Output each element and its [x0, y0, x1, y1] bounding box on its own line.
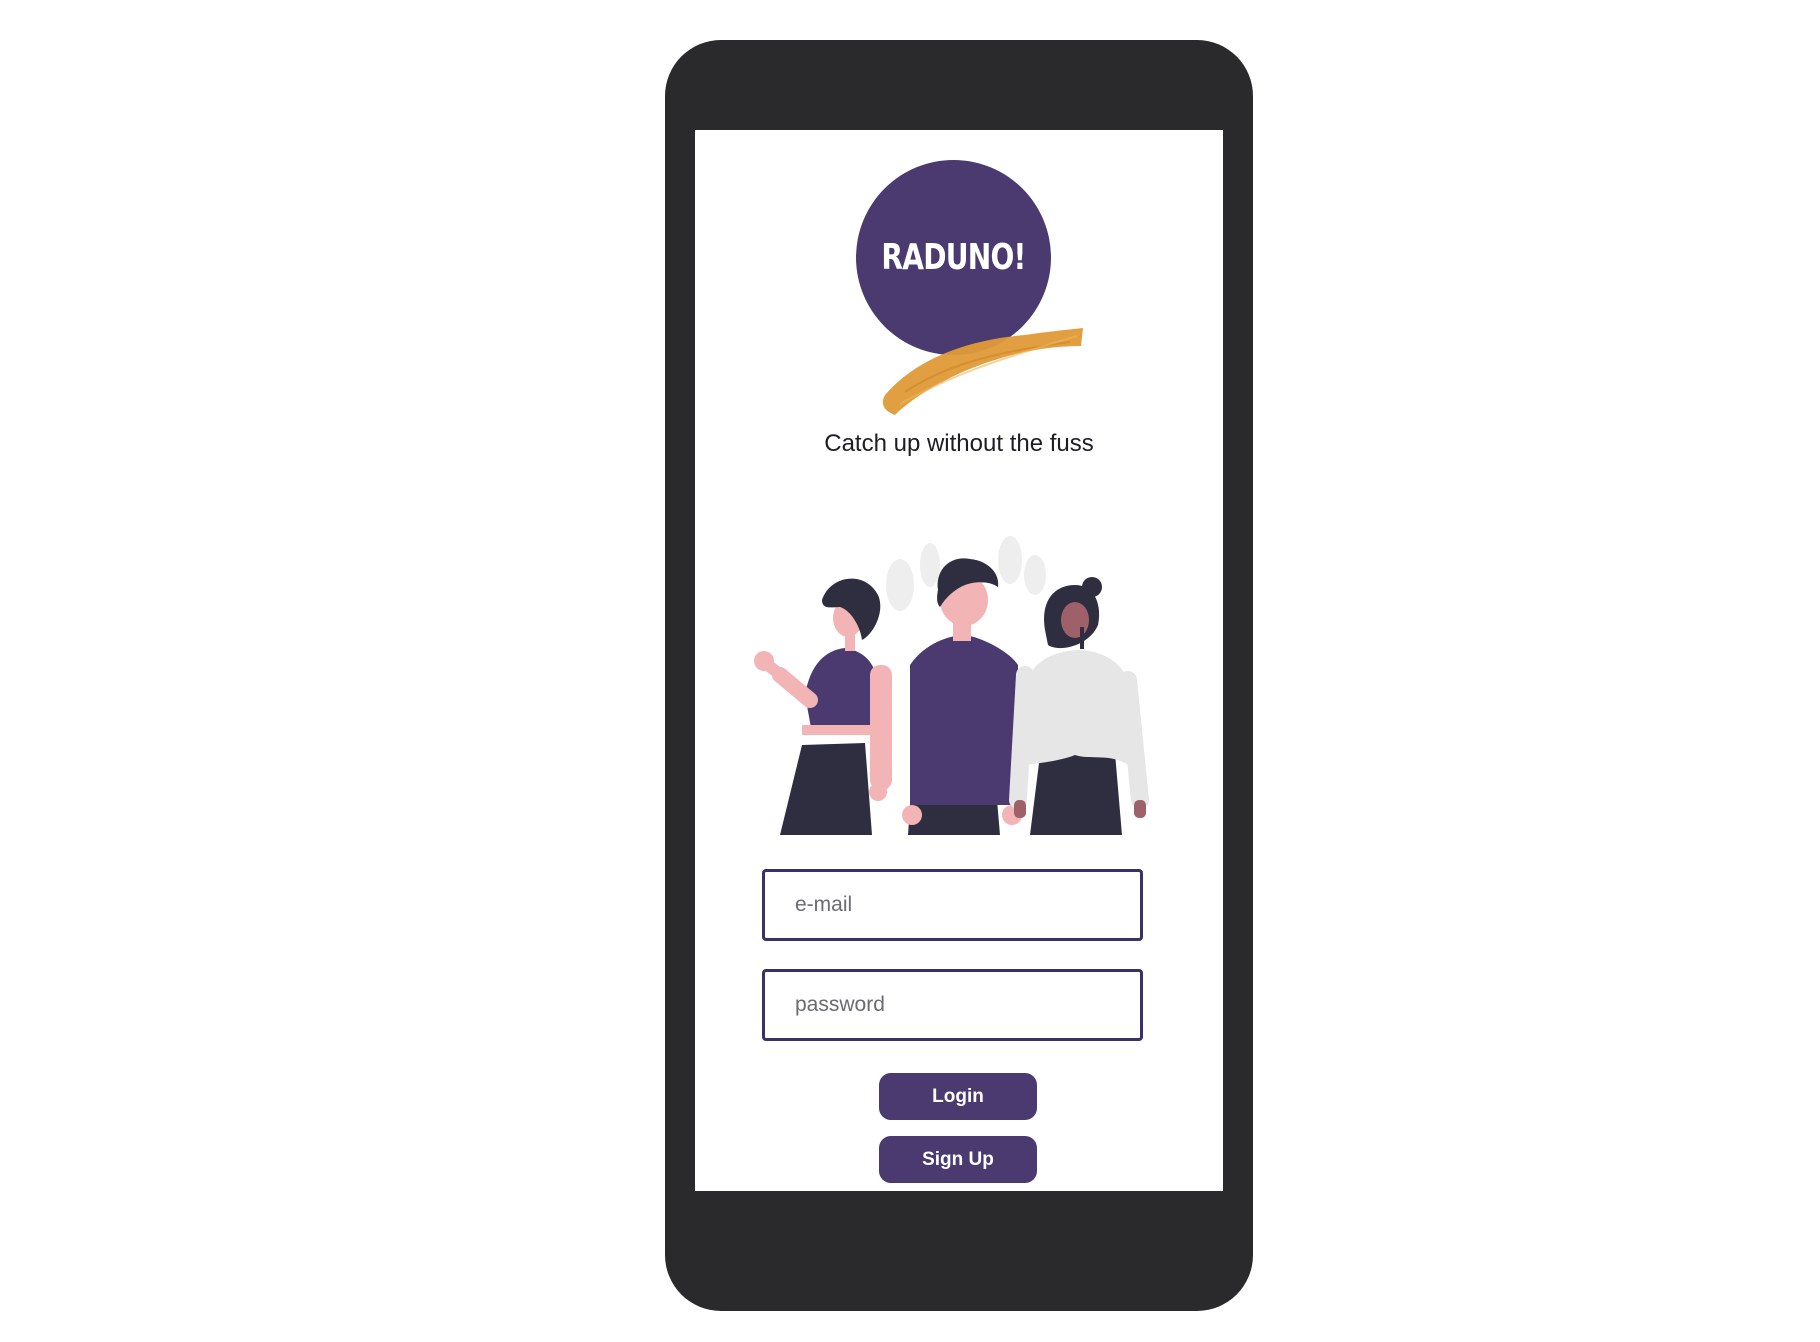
phone-frame: RADUNO! Catch up without the fuss e-mail…: [665, 40, 1253, 1311]
app-screen: RADUNO! Catch up without the fuss e-mail…: [695, 130, 1223, 1191]
login-button[interactable]: Login: [879, 1073, 1037, 1120]
group-of-people-illustration: [754, 536, 1149, 835]
raduno-logo: RADUNO!: [845, 160, 1085, 420]
brush-stroke-icon: [882, 328, 1083, 415]
tagline: Catch up without the fuss: [824, 430, 1094, 457]
sign-up-button[interactable]: Sign Up: [879, 1136, 1037, 1183]
password-field[interactable]: [762, 969, 1143, 1041]
email-field[interactable]: [762, 869, 1143, 941]
